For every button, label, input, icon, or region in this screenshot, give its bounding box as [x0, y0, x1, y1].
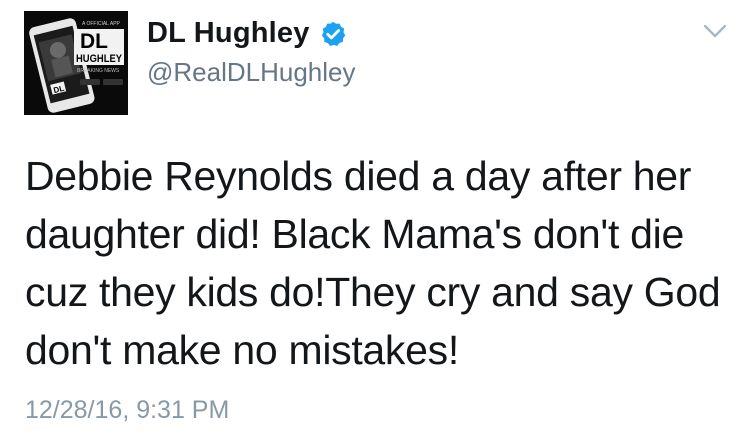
avatar-logo-dl: DL	[80, 30, 108, 53]
author-handle[interactable]: @RealDLHughley	[147, 57, 356, 88]
avatar-image: DL A OFFICIAL APP DL HUGHLEY BREAKING NE…	[24, 11, 128, 115]
avatar-top-text: A OFFICIAL APP	[82, 21, 121, 27]
author-name[interactable]: DL Hughley	[147, 17, 347, 50]
tweet-card: DL A OFFICIAL APP DL HUGHLEY BREAKING NE…	[0, 0, 750, 442]
chevron-down-icon[interactable]	[702, 22, 728, 40]
avatar-logo-name: HUGHLEY	[76, 53, 123, 65]
avatar[interactable]: DL A OFFICIAL APP DL HUGHLEY BREAKING NE…	[24, 11, 128, 115]
display-name-text: DL Hughley	[147, 17, 310, 49]
verified-badge-icon	[319, 20, 347, 48]
avatar-tagline: BREAKING NEWS	[77, 68, 120, 74]
tweet-timestamp[interactable]: 12/28/16, 9:31 PM	[25, 396, 229, 425]
tweet-text: Debbie Reynolds died a day after her dau…	[25, 153, 721, 373]
